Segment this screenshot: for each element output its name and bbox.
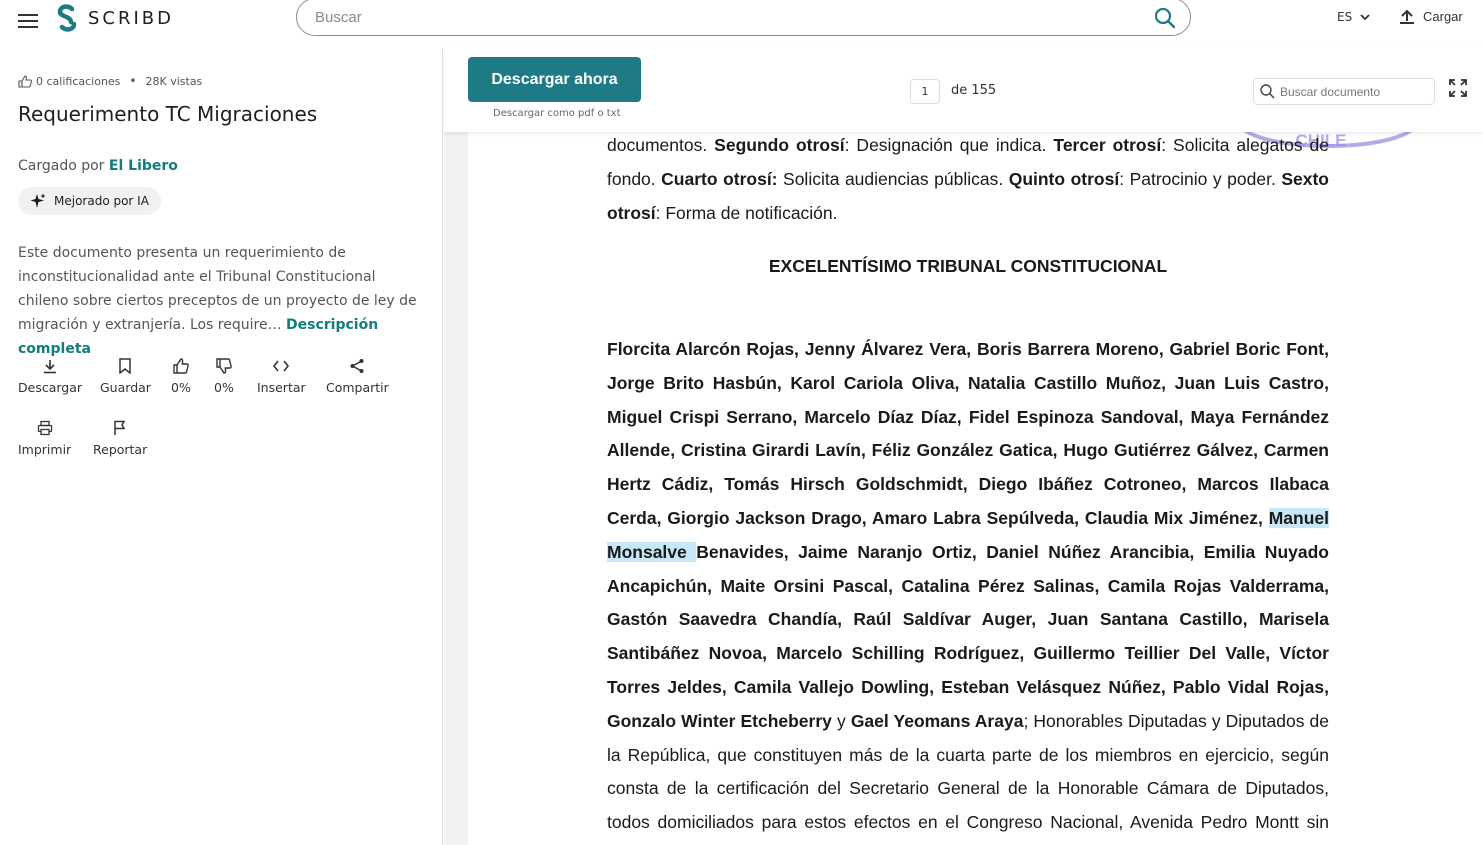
like-percent: 0%: [171, 380, 191, 395]
save-label: Guardar: [100, 380, 151, 395]
print-label: Imprimir: [18, 442, 72, 457]
paragraph-petitioners: Florcita Alarcón Rojas, Jenny Álvarez Ve…: [607, 333, 1329, 845]
download-now-button[interactable]: Descargar ahora: [468, 57, 641, 102]
text-run: documentos.: [607, 135, 715, 155]
document-page: CHILE documentos. Segundo otrosí: Design…: [468, 132, 1483, 845]
text-run: : Patrocinio y poder.: [1119, 168, 1282, 189]
text-run: Solicita audiencias públicas.: [777, 168, 1009, 189]
document-title: Requerimento TC Migraciones: [18, 102, 318, 126]
menu-icon[interactable]: [18, 11, 38, 29]
page-number-input[interactable]: 1: [910, 79, 940, 104]
and-connector: y: [831, 710, 851, 731]
petitioners-names-a: Florcita Alarcón Rojas, Jenny Álvarez Ve…: [607, 339, 1329, 528]
sparkle-icon: [30, 193, 46, 208]
page-total: de 155: [951, 83, 997, 98]
text-run: Tercer otrosí: [1053, 135, 1162, 155]
scribd-logo-icon: [57, 4, 77, 32]
text-run: Quinto otrosí: [1008, 168, 1120, 189]
text-run: Segundo otrosí: [714, 135, 845, 155]
document-viewer: Descargar ahora Descargar como pdf o txt…: [444, 48, 1483, 845]
ai-badge-label: Mejorado por IA: [54, 194, 149, 208]
search-bar: [296, 0, 1191, 36]
ratings-count: 0 calificaciones: [36, 74, 121, 88]
chevron-down-icon: [1360, 13, 1370, 20]
document-description: Este documento presenta un requerimiento…: [18, 241, 428, 361]
report-label: Reportar: [93, 442, 148, 457]
download-formats-text: Descargar como pdf o txt: [493, 108, 621, 119]
uploaded-by-prefix: Cargado por: [18, 158, 105, 174]
fullscreen-icon[interactable]: [1449, 79, 1467, 97]
download-action[interactable]: Descargar: [18, 358, 82, 395]
share-icon: [350, 359, 364, 373]
document-search: [1253, 78, 1435, 105]
code-icon: [273, 360, 290, 372]
thumbs-up-icon: [173, 358, 189, 374]
share-action[interactable]: Compartir: [326, 358, 389, 395]
print-action[interactable]: Imprimir: [18, 420, 71, 457]
embed-label: Insertar: [257, 380, 306, 395]
dislike-action[interactable]: 0%: [214, 358, 234, 395]
text-run: : Forma de notificación.: [655, 202, 838, 223]
search-icon[interactable]: [1154, 7, 1176, 29]
last-petitioner: Gael Yeomans Araya: [850, 710, 1024, 731]
bookmark-icon: [119, 358, 132, 374]
search-input[interactable]: [313, 8, 1137, 27]
print-icon: [37, 420, 52, 436]
separator-dot: •: [129, 74, 137, 88]
language-label: ES: [1337, 10, 1353, 24]
ai-enhanced-badge[interactable]: Mejorado por IA: [18, 187, 161, 215]
top-bar: SCRIBD ES Cargar: [0, 0, 1483, 48]
petitioners-names-b: Benavides, Jaime Naranjo Ortiz, Daniel N…: [607, 541, 1329, 731]
text-run: : Designación que indica.: [844, 135, 1054, 155]
dislike-percent: 0%: [214, 380, 234, 395]
paragraph-otrosi: documentos. Segundo otrosí: Designación …: [607, 132, 1329, 230]
views-count: 28K vistas: [145, 74, 203, 88]
document-search-input[interactable]: [1278, 84, 1432, 100]
document-heading: EXCELENTÍSIMO TRIBUNAL CONSTITUCIONAL: [768, 256, 1168, 276]
download-label: Descargar: [18, 380, 83, 395]
scribd-logo[interactable]: SCRIBD: [56, 3, 174, 33]
thumbs-down-icon: [216, 358, 232, 374]
upload-icon: [1400, 9, 1414, 24]
logo-text: SCRIBD: [88, 7, 175, 29]
language-selector[interactable]: ES: [1337, 10, 1370, 24]
viewer-toolbar: Descargar ahora Descargar como pdf o txt…: [444, 48, 1483, 132]
save-action[interactable]: Guardar: [100, 358, 151, 395]
text-run: Cuarto otrosí:: [661, 168, 778, 189]
download-icon: [44, 360, 56, 374]
upload-label: Cargar: [1423, 8, 1463, 24]
search-icon: [1260, 84, 1275, 99]
thumbs-up-icon: [18, 74, 32, 88]
embed-action[interactable]: Insertar: [257, 358, 306, 395]
upload-button[interactable]: Cargar: [1399, 8, 1463, 24]
flag-icon: [114, 420, 126, 435]
report-action[interactable]: Reportar: [93, 420, 147, 457]
share-label: Compartir: [326, 380, 389, 395]
document-info-panel: 0 calificaciones • 28K vistas Requerimen…: [0, 48, 443, 845]
uploader-link[interactable]: El Libero: [109, 158, 178, 174]
document-stats: 0 calificaciones • 28K vistas: [18, 74, 202, 88]
uploaded-by: Cargado por El Libero: [18, 158, 178, 174]
like-action[interactable]: 0%: [171, 358, 191, 395]
